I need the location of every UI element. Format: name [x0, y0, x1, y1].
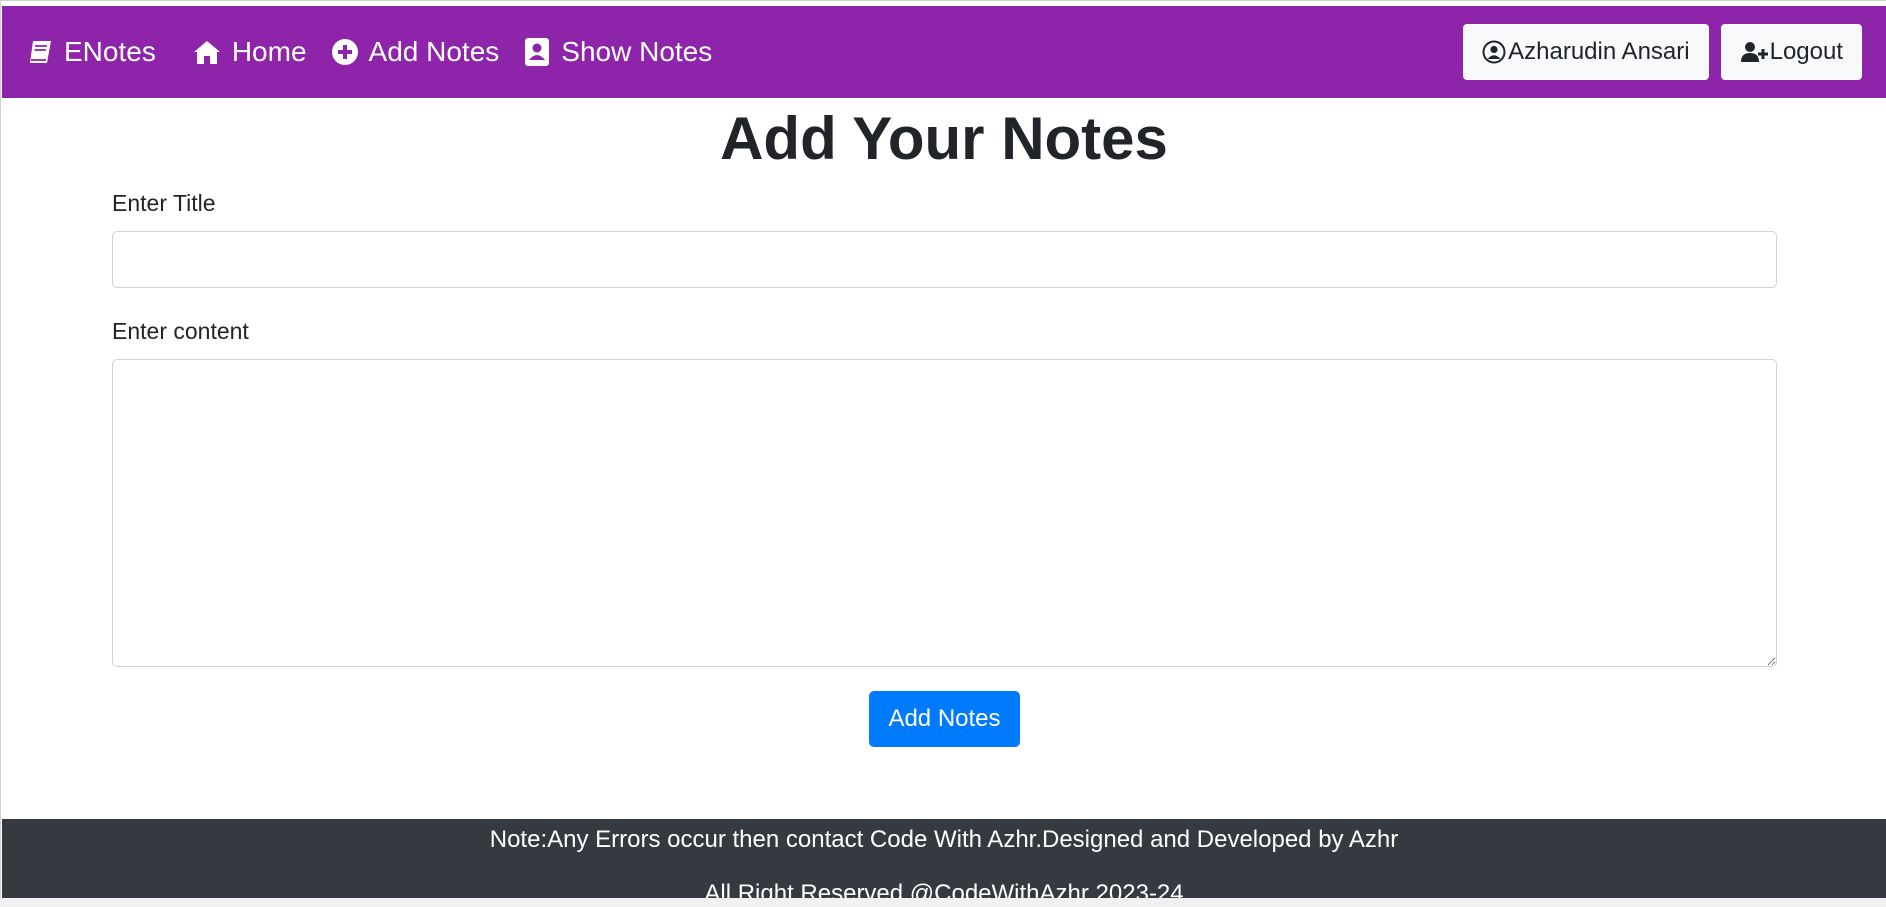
logout-button-label: Logout	[1769, 38, 1843, 65]
title-label: Enter Title	[112, 190, 216, 216]
nav-link-add-notes[interactable]: Add Notes	[331, 36, 500, 68]
user-button[interactable]: Azharudin Ansari	[1463, 24, 1709, 80]
address-book-icon	[523, 37, 551, 67]
logout-button[interactable]: Logout	[1720, 24, 1862, 80]
brand-label: ENotes	[64, 36, 156, 67]
navbar: ENotes Home Add Notes Show Notes Azharud…	[2, 6, 1886, 98]
nav-link-show-notes-label: Show Notes	[561, 36, 713, 67]
content-textarea[interactable]	[112, 359, 1777, 667]
footer-note: Note:Any Errors occur then contact Code …	[489, 826, 1399, 853]
home-icon	[192, 39, 222, 65]
nav-link-home[interactable]: Home	[192, 36, 307, 68]
page: ENotes Home Add Notes Show Notes Azharud…	[0, 0, 1886, 898]
user-plus-icon	[1740, 40, 1768, 64]
footer-copyright: All Right Reserved @CodeWithAzhr 2023-24	[704, 880, 1184, 898]
plus-circle-icon	[331, 38, 359, 66]
footer: Note:Any Errors occur then contact Code …	[2, 819, 1886, 898]
nav-link-add-notes-label: Add Notes	[368, 36, 500, 67]
book-icon	[26, 38, 54, 66]
nav-right: Azharudin Ansari Logout	[1463, 24, 1862, 80]
window-bottom-edge	[0, 898, 1886, 907]
user-button-label: Azharudin Ansari	[1508, 38, 1690, 65]
nav-link-show-notes[interactable]: Show Notes	[523, 36, 712, 68]
brand[interactable]: ENotes	[26, 36, 156, 68]
user-circle-icon	[1482, 40, 1506, 64]
nav-link-home-label: Home	[231, 36, 307, 67]
title-input[interactable]	[112, 231, 1777, 288]
add-notes-button[interactable]: Add Notes	[869, 691, 1020, 747]
nav-links: Home Add Notes Show Notes	[192, 36, 712, 68]
page-title: Add Your Notes	[720, 105, 1168, 172]
content-label: Enter content	[112, 318, 249, 344]
